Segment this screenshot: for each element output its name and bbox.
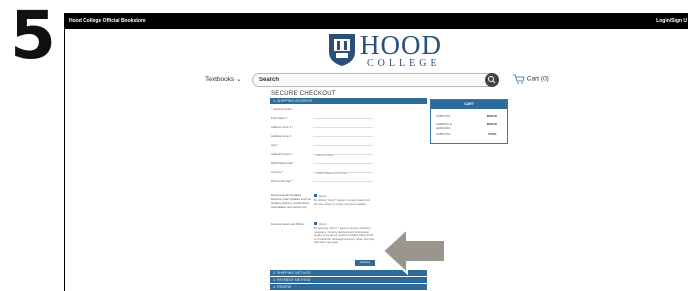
cart-link[interactable]: Cart (0) — [513, 74, 549, 84]
search-input[interactable] — [259, 76, 459, 84]
cart-icon — [513, 74, 525, 84]
search-icon — [488, 76, 496, 84]
login-link[interactable]: Login/Sign U — [656, 18, 687, 24]
cart-summary-title: CART — [431, 100, 507, 109]
logo-subtitle: COLLEGE — [367, 58, 441, 69]
logo-wordmark: HOOD — [360, 30, 442, 60]
section-shipping-address[interactable]: 1. SHIPPING ADDRESS — [270, 98, 427, 104]
cart-summary: CART SUBTOTAL $000.00 SHIPPING & $000.00… — [430, 99, 508, 144]
sms-optin-checkbox[interactable] — [314, 222, 317, 225]
checkout-title: SECURE CHECKOUT — [271, 91, 336, 97]
textbooks-menu[interactable]: Textbooks ⌄ — [205, 75, 242, 83]
cart-row-label: SUBTOTAL — [436, 132, 451, 136]
cart-row-value: $000.00 — [486, 122, 497, 126]
field-label: State/Province * — [271, 152, 293, 156]
email-optin-checkbox[interactable] — [314, 194, 317, 197]
email-updates-desc: Receive order updates such as shipping d… — [271, 197, 311, 209]
section-payment-method[interactable]: 3. PAYMENT METHOD — [270, 277, 427, 283]
city-input[interactable] — [313, 140, 373, 146]
cart-row-label: HANDLING — [436, 126, 451, 130]
pointer-arrow-icon — [381, 226, 446, 276]
field-label: Address Line 1 * — [271, 125, 294, 129]
section-review[interactable]: 4. REVIEW — [270, 284, 427, 290]
field-label: Country * — [271, 170, 284, 174]
cart-row-value: $000.00 — [486, 114, 497, 118]
country-select-value: United States of America — [316, 171, 347, 175]
crest-icon — [329, 34, 355, 66]
browser-page: Hood College Official Bookstore Login/Si… — [64, 13, 688, 291]
sms-optin-text: By selecting "Opt-in" I agree to receive… — [314, 227, 374, 245]
address-line-2-input[interactable] — [313, 131, 373, 137]
email-optin-label: Opt-in — [319, 194, 327, 198]
sms-optin-label: Opt-in — [319, 222, 327, 226]
phone-input[interactable] — [313, 176, 373, 182]
field-label: First Name * — [271, 116, 288, 120]
field-label: Zip/Postal Code * — [271, 161, 295, 165]
address-line-1-input[interactable] — [313, 122, 373, 128]
step-number: 5 — [10, 0, 56, 74]
cart-label: Cart (0) — [526, 75, 549, 83]
cart-row-label: SUBTOTAL — [436, 114, 451, 118]
chevron-down-icon: ⌄ — [236, 76, 242, 83]
field-label: Address Line 2 — [271, 134, 292, 138]
field-label: Phone Number * — [271, 179, 294, 183]
hood-college-logo[interactable]: HOOD COLLEGE — [327, 32, 445, 70]
store-name[interactable]: Hood College Official Bookstore — [69, 18, 146, 24]
required-note: * required fields — [271, 107, 292, 111]
field-label: City * — [271, 143, 279, 147]
state-select-value: Select a State — [316, 153, 334, 157]
search-box — [252, 73, 499, 87]
continue-button[interactable]: Continue — [355, 260, 375, 266]
first-name-input[interactable] — [313, 113, 373, 119]
email-optin-text: By clicking "Opt-in" I agree to receive … — [314, 199, 371, 206]
zip-input[interactable] — [313, 158, 373, 164]
email-updates-label: Receive Email Updates Receive order upda… — [271, 193, 311, 209]
textbooks-label: Textbooks — [205, 76, 235, 83]
top-bar: Hood College Official Bookstore Login/Si… — [65, 13, 688, 29]
news-offers-label: Receive News and Offers — [271, 222, 304, 226]
cart-row-value: TOTAL — [487, 132, 497, 136]
search-button[interactable] — [485, 73, 499, 87]
main-nav: Textbooks ⌄ Cart (0) — [65, 72, 688, 88]
